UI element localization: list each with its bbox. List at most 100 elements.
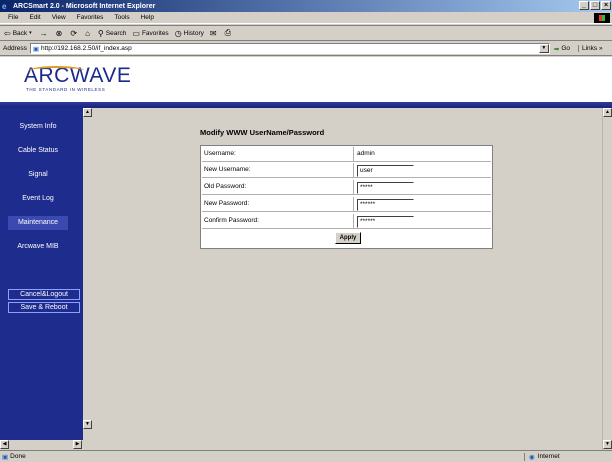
refresh-icon: ⟳ [70, 28, 78, 38]
back-button[interactable]: ⇦ Back ▾ [4, 29, 34, 38]
history-icon: ◷ [174, 28, 182, 38]
row-divider [353, 180, 354, 195]
scroll-left-arrow[interactable]: ◀ [0, 440, 9, 449]
history-label: History [183, 29, 204, 37]
internet-globe-icon: ◉ [529, 453, 535, 461]
browser-toolbar: ⇦ Back ▾ → ⊗ ⟳ ⌂ ⚲ Search ▭ Favorites ◷ … [0, 25, 612, 41]
content-scrollbar[interactable]: ▲ ▼ [602, 108, 612, 450]
print-button[interactable]: ⎙ [225, 28, 233, 38]
new-password-label: New Password: [204, 200, 250, 207]
zone-label: Internet [537, 453, 560, 460]
maximize-button[interactable]: □ [590, 1, 600, 10]
new-password-input[interactable]: ****** [357, 199, 414, 211]
new-password-row: New Password: ****** [202, 197, 491, 212]
back-arrow-icon: ⇦ [4, 28, 11, 38]
confirm-password-input[interactable]: ****** [357, 216, 414, 228]
stop-button[interactable]: ⊗ [56, 29, 65, 38]
address-input[interactable]: ▣ http://192.168.2.50/if_index.asp ▼ [29, 43, 550, 54]
chevron-down-icon: ▾ [29, 30, 32, 36]
menu-file[interactable]: File [8, 14, 18, 21]
username-row: Username: admin [202, 147, 491, 162]
new-username-label: New Username: [204, 166, 251, 173]
sidebar-item-maintenance[interactable]: Maintenance [8, 216, 68, 230]
forward-button[interactable]: → [40, 29, 50, 38]
menu-edit[interactable]: Edit [29, 14, 40, 21]
confirm-password-row: Confirm Password: ****** [202, 214, 491, 229]
username-value: admin [357, 150, 375, 157]
old-password-input[interactable]: ***** [357, 182, 414, 194]
old-password-row: Old Password: ***** [202, 180, 491, 195]
row-divider [353, 163, 354, 178]
sidebar: System Info Cable Status Signal Event Lo… [0, 108, 93, 440]
apply-row: Apply [202, 231, 491, 246]
status-bar: ▣ Done ◉ Internet [0, 450, 612, 462]
banner: ARCWAVE THE STANDARD IN WIRELESS [0, 57, 612, 102]
address-dropdown-button[interactable]: ▼ [538, 44, 549, 53]
cancel-logout-button[interactable]: Cancel&Logout [8, 289, 80, 300]
sidebar-item-event-log[interactable]: Event Log [8, 192, 68, 206]
scroll-right-arrow[interactable]: ▶ [73, 440, 82, 449]
logo-swoosh [29, 66, 84, 75]
print-icon: ⎙ [224, 28, 232, 37]
go-button[interactable]: ➡ Go [554, 45, 570, 53]
logo-tagline: THE STANDARD IN WIRELESS [26, 87, 106, 92]
row-divider [353, 197, 354, 212]
scroll-down-arrow[interactable]: ▼ [603, 440, 612, 449]
back-label: Back [12, 29, 28, 37]
old-password-label: Old Password: [204, 183, 247, 190]
page-icon: ▣ [32, 45, 40, 53]
address-bar: Address ▣ http://192.168.2.50/if_index.a… [0, 42, 612, 56]
menu-help[interactable]: Help [141, 14, 154, 21]
sidebar-item-cable-status[interactable]: Cable Status [8, 144, 68, 158]
menu-view[interactable]: View [52, 14, 66, 21]
credentials-form: Username: admin New Username: user Old P… [200, 145, 493, 249]
favorites-label: Favorites [141, 29, 169, 37]
ie-icon: e [2, 1, 7, 11]
search-icon: ⚲ [97, 28, 104, 38]
links-button[interactable]: Links » [577, 45, 603, 52]
home-icon: ⌂ [85, 28, 90, 38]
sidebar-horizontal-scrollbar[interactable]: ◀ ▶ [0, 440, 93, 450]
minimize-button[interactable]: _ [579, 1, 589, 10]
stop-icon: ⊗ [55, 28, 63, 38]
sidebar-item-arcwave-mib[interactable]: Arcwave MIB [4, 240, 72, 254]
confirm-password-label: Confirm Password: [204, 217, 259, 224]
scroll-up-arrow[interactable]: ▲ [603, 108, 612, 117]
menu-favorites[interactable]: Favorites [77, 14, 104, 21]
favorites-button[interactable]: ▭ Favorites [132, 29, 168, 38]
sidebar-item-system-info[interactable]: System Info [8, 120, 68, 134]
go-arrow-icon: ➡ [553, 45, 560, 53]
window-title: ARCSmart 2.0 - Microsoft Internet Explor… [13, 2, 156, 10]
home-button[interactable]: ⌂ [85, 29, 92, 38]
new-username-input[interactable]: user [357, 165, 414, 177]
menu-bar: File Edit View Favorites Tools Help [0, 12, 612, 24]
history-button[interactable]: ◷ History [175, 29, 204, 38]
close-button[interactable]: × [601, 1, 611, 10]
security-zone: ◉ Internet [524, 452, 612, 461]
forward-arrow-icon: → [39, 28, 48, 38]
mail-button[interactable]: ✉ [210, 29, 219, 38]
go-label: Go [561, 45, 570, 52]
search-button[interactable]: ⚲ Search [98, 29, 126, 38]
form-title: Modify WWW UserName/Password [200, 128, 325, 137]
save-reboot-button[interactable]: Save & Reboot [8, 302, 80, 313]
page-viewport: ARCWAVE THE STANDARD IN WIRELESS System … [0, 57, 612, 450]
links-label: Links [581, 45, 598, 52]
refresh-button[interactable]: ⟳ [70, 29, 79, 38]
address-label: Address [3, 45, 27, 52]
menu-tools[interactable]: Tools [114, 14, 129, 21]
arcwave-logo: ARCWAVE THE STANDARD IN WIRELESS [24, 65, 131, 93]
favorites-icon: ▭ [132, 28, 140, 38]
scroll-down-arrow[interactable]: ▼ [83, 420, 92, 429]
mail-icon: ✉ [209, 28, 217, 38]
sidebar-item-signal[interactable]: Signal [8, 168, 68, 182]
status-left: ▣ Done [0, 453, 524, 461]
window-controls: _ □ × [579, 1, 611, 10]
sidebar-scrollbar[interactable]: ▲ ▼ [83, 108, 93, 440]
address-url: http://192.168.2.50/if_index.asp [41, 45, 132, 52]
scroll-up-arrow[interactable]: ▲ [83, 108, 92, 117]
new-username-row: New Username: user [202, 163, 491, 178]
row-divider [353, 214, 354, 229]
apply-button[interactable]: Apply [335, 232, 361, 244]
windows-logo-icon [594, 13, 610, 23]
